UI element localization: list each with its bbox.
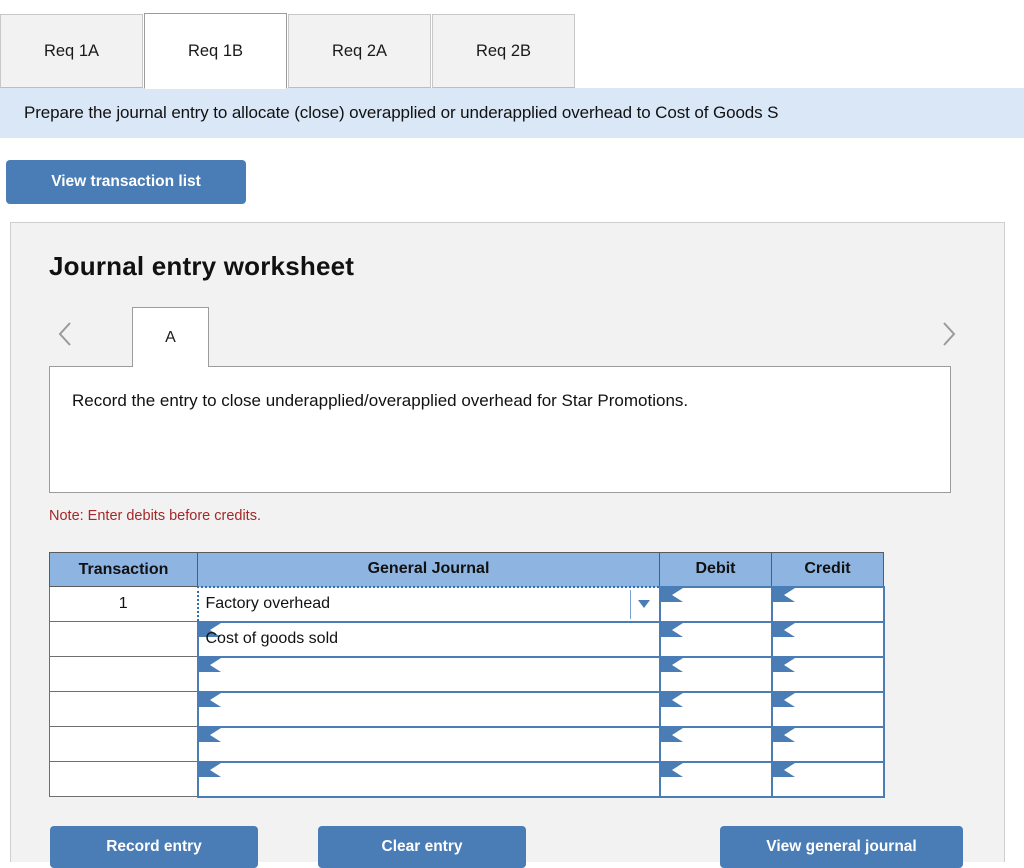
tab-req-2b[interactable]: Req 2B [432,14,575,88]
cell-account-2[interactable]: Cost of goods sold [196,620,661,658]
cell-account-1-value: Factory overhead [205,595,331,612]
view-general-journal-label: View general journal [766,838,917,855]
cell-transaction-5 [49,726,198,762]
cell-account-4-value [199,693,659,726]
cell-transaction-4 [49,691,198,727]
cell-debit-5-value [661,728,771,761]
tab-req-1b-label: Req 1B [187,41,244,60]
view-general-journal-button[interactable]: View general journal [720,826,963,868]
table-row [49,725,885,763]
worksheet-entry-tab-a-label: A [165,328,176,346]
column-header-transaction: Transaction [49,552,198,587]
debits-before-credits-note: Note: Enter debits before credits. [49,508,261,524]
cell-debit-6-value [661,763,771,796]
cell-account-5[interactable] [196,725,661,763]
previous-entry-chevron-icon[interactable] [55,319,75,355]
cell-debit-2[interactable] [658,620,773,658]
clear-entry-label: Clear entry [381,838,463,855]
journal-entry-table: Transaction General Journal Debit Credit… [49,552,885,798]
cell-credit-6-value [773,763,883,796]
tab-req-1b[interactable]: Req 1B [144,13,287,89]
record-entry-button[interactable]: Record entry [50,826,258,868]
cell-credit-3[interactable] [770,655,885,693]
column-header-general-journal: General Journal [197,552,660,587]
table-row: Cost of goods sold [49,620,885,658]
cell-account-5-value [199,728,659,761]
table-header-row: Transaction General Journal Debit Credit [49,552,884,587]
cell-credit-1[interactable] [770,585,885,623]
tab-req-2a[interactable]: Req 2A [288,14,431,88]
tab-req-1a-label: Req 1A [43,41,100,60]
cell-credit-3-value [773,658,883,691]
cell-transaction-1: 1 [49,586,198,622]
cell-account-6[interactable] [196,760,661,798]
cell-transaction-6 [49,761,198,797]
column-header-debit: Debit [659,552,772,587]
cell-debit-1-value [661,588,771,621]
cell-account-4[interactable] [196,690,661,728]
instruction-banner: Prepare the journal entry to allocate (c… [0,88,1024,138]
cell-debit-5[interactable] [658,725,773,763]
table-row [49,760,885,798]
journal-entry-worksheet-panel: Journal entry worksheet A Record the ent… [10,222,1005,862]
cell-account-6-value [199,763,659,796]
table-row [49,655,885,693]
table-row: 1 Factory overhead [49,585,885,623]
cell-credit-6[interactable] [770,760,885,798]
cell-credit-2-value [773,623,883,656]
table-row [49,690,885,728]
cell-credit-5-value [773,728,883,761]
view-transaction-list-label: View transaction list [51,173,201,190]
worksheet-description-box: Record the entry to close underapplied/o… [49,366,951,493]
cell-debit-4-value [661,693,771,726]
account-dropdown-chevron-down-icon[interactable] [629,589,657,619]
cell-debit-6[interactable] [658,760,773,798]
cell-account-1[interactable]: Factory overhead [196,585,661,623]
tab-req-2b-label: Req 2B [475,41,532,60]
instruction-text: Prepare the journal entry to allocate (c… [24,103,779,122]
worksheet-entry-tab-a[interactable]: A [132,307,209,367]
worksheet-title: Journal entry worksheet [49,251,355,281]
requirement-tabs: Req 1A Req 1B Req 2A Req 2B [0,13,576,89]
cell-credit-4-value [773,693,883,726]
tab-req-2a-label: Req 2A [331,41,388,60]
clear-entry-button[interactable]: Clear entry [318,826,526,868]
cell-debit-1[interactable] [658,585,773,623]
cell-credit-1-value [773,588,883,621]
cell-debit-4[interactable] [658,690,773,728]
record-entry-label: Record entry [106,838,202,855]
column-header-credit: Credit [771,552,884,587]
cell-account-3[interactable] [196,655,661,693]
cell-debit-2-value [661,623,771,656]
tab-req-1a[interactable]: Req 1A [0,14,143,88]
cell-account-3-value [199,658,659,691]
next-entry-chevron-icon[interactable] [939,319,959,355]
cell-credit-2[interactable] [770,620,885,658]
view-transaction-list-button[interactable]: View transaction list [6,160,246,204]
cell-credit-4[interactable] [770,690,885,728]
cell-account-2-value: Cost of goods sold [205,630,339,647]
cell-credit-5[interactable] [770,725,885,763]
worksheet-description-text: Record the entry to close underapplied/o… [72,391,689,410]
cell-transaction-3 [49,656,198,692]
cell-transaction-2 [49,621,198,657]
cell-debit-3[interactable] [658,655,773,693]
cell-debit-3-value [661,658,771,691]
